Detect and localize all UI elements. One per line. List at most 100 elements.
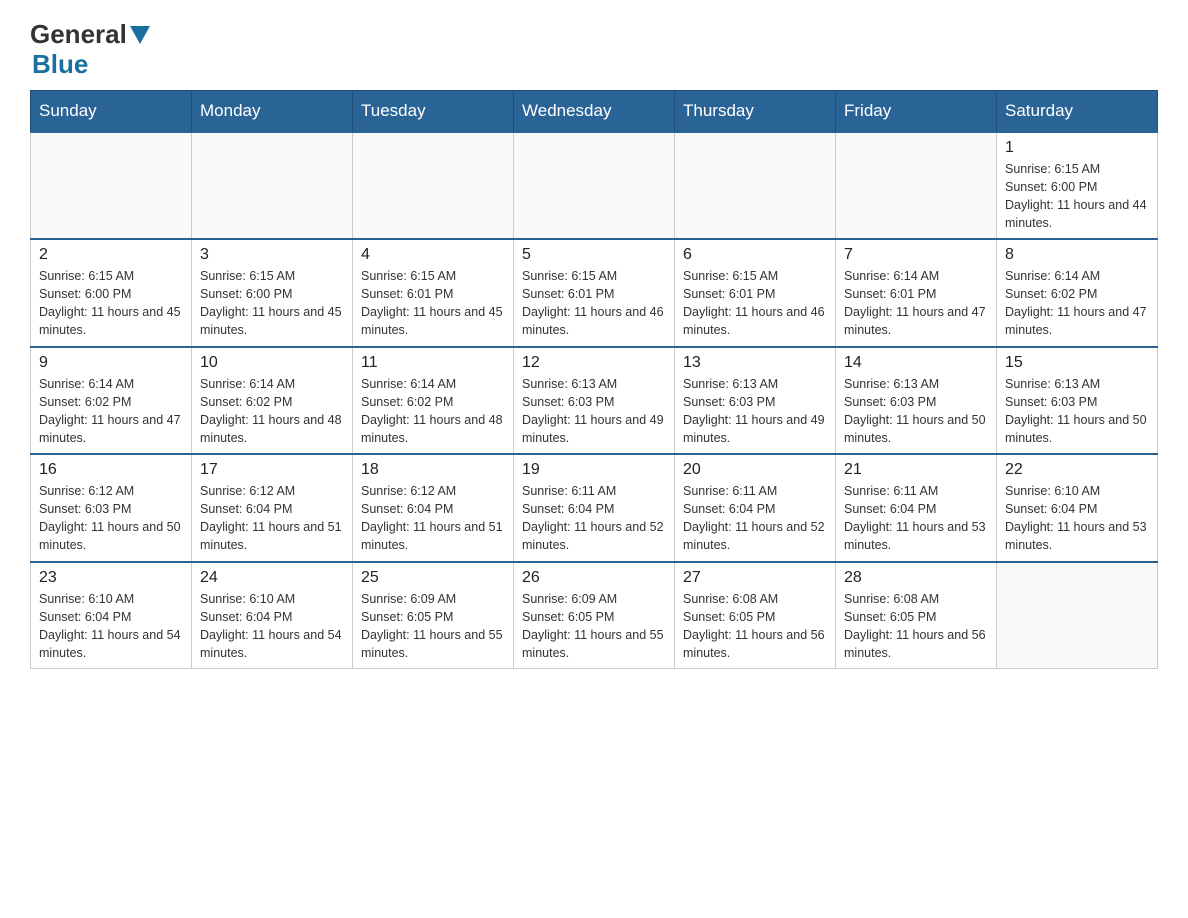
- calendar-cell: [192, 132, 353, 240]
- calendar-cell: 28Sunrise: 6:08 AM Sunset: 6:05 PM Dayli…: [836, 562, 997, 669]
- day-info: Sunrise: 6:15 AM Sunset: 6:01 PM Dayligh…: [683, 267, 827, 340]
- page-header: General Blue: [30, 20, 1158, 80]
- day-number: 6: [683, 246, 827, 264]
- day-info: Sunrise: 6:11 AM Sunset: 6:04 PM Dayligh…: [522, 482, 666, 555]
- week-row-4: 23 Sunrise: 6:10 AM Sunset: 6:04 PM Dayli…: [31, 562, 1158, 669]
- day-number: 7: [844, 246, 988, 264]
- calendar-cell: 19 Sunrise: 6:11 AM Sunset: 6:04 PM Dayli…: [514, 454, 675, 562]
- day-info: Sunrise: 6:15 AM Sunset: 6:01 PM Dayligh…: [522, 267, 666, 340]
- calendar-cell: 9Sunrise: 6:14 AM Sunset: 6:02 PM Daylig…: [31, 347, 192, 455]
- day-info: Sunrise: 6:14 AM Sunset: 6:01 PM Dayligh…: [844, 267, 988, 340]
- day-info: Sunrise: 6:15 AM Sunset: 6:00 PM Dayligh…: [200, 267, 344, 340]
- calendar-cell: 13 Sunrise: 6:13 AM Sunset: 6:03 PM Dayli…: [675, 347, 836, 455]
- day-info: Sunrise: 6:09 AM Sunset: 6:05 PM Dayligh…: [522, 590, 666, 663]
- calendar-cell: 10 Sunrise: 6:14 AM Sunset: 6:02 PM Dayli…: [192, 347, 353, 455]
- calendar-cell: 4 Sunrise: 6:15 AM Sunset: 6:01 PM Daylig…: [353, 239, 514, 347]
- day-number: 17: [200, 461, 344, 479]
- week-row-1: 2 Sunrise: 6:15 AM Sunset: 6:00 PM Daylig…: [31, 239, 1158, 347]
- week-row-2: 9Sunrise: 6:14 AM Sunset: 6:02 PM Daylig…: [31, 347, 1158, 455]
- calendar-cell: 5 Sunrise: 6:15 AM Sunset: 6:01 PM Daylig…: [514, 239, 675, 347]
- calendar-table: SundayMondayTuesdayWednesdayThursdayFrid…: [30, 90, 1158, 670]
- day-number: 24: [200, 569, 344, 587]
- day-info: Sunrise: 6:13 AM Sunset: 6:03 PM Dayligh…: [683, 375, 827, 448]
- calendar-cell: 11 Sunrise: 6:14 AM Sunset: 6:02 PM Dayli…: [353, 347, 514, 455]
- header-day-friday: Friday: [836, 90, 997, 132]
- calendar-cell: 2 Sunrise: 6:15 AM Sunset: 6:00 PM Daylig…: [31, 239, 192, 347]
- calendar-cell: 3 Sunrise: 6:15 AM Sunset: 6:00 PM Daylig…: [192, 239, 353, 347]
- day-number: 2: [39, 246, 183, 264]
- day-info: Sunrise: 6:12 AM Sunset: 6:04 PM Dayligh…: [361, 482, 505, 555]
- day-number: 4: [361, 246, 505, 264]
- logo-blue-text: Blue: [32, 49, 88, 79]
- day-number: 19: [522, 461, 666, 479]
- calendar-cell: 16 Sunrise: 6:12 AM Sunset: 6:03 PM Dayli…: [31, 454, 192, 562]
- calendar-cell: 12 Sunrise: 6:13 AM Sunset: 6:03 PM Dayli…: [514, 347, 675, 455]
- week-row-3: 16 Sunrise: 6:12 AM Sunset: 6:03 PM Dayli…: [31, 454, 1158, 562]
- day-info: Sunrise: 6:10 AM Sunset: 6:04 PM Dayligh…: [39, 590, 183, 663]
- day-info: Sunrise: 6:14 AM Sunset: 6:02 PM Dayligh…: [39, 375, 183, 448]
- calendar-header: SundayMondayTuesdayWednesdayThursdayFrid…: [31, 90, 1158, 132]
- calendar-cell: [353, 132, 514, 240]
- header-day-saturday: Saturday: [997, 90, 1158, 132]
- day-info: Sunrise: 6:11 AM Sunset: 6:04 PM Dayligh…: [844, 482, 988, 555]
- header-day-monday: Monday: [192, 90, 353, 132]
- day-info: Sunrise: 6:11 AM Sunset: 6:04 PM Dayligh…: [683, 482, 827, 555]
- day-number: 25: [361, 569, 505, 587]
- day-number: 28: [844, 569, 988, 587]
- day-info: Sunrise: 6:15 AM Sunset: 6:01 PM Dayligh…: [361, 267, 505, 340]
- calendar-cell: 7 Sunrise: 6:14 AM Sunset: 6:01 PM Daylig…: [836, 239, 997, 347]
- calendar-cell: 23 Sunrise: 6:10 AM Sunset: 6:04 PM Dayli…: [31, 562, 192, 669]
- day-info: Sunrise: 6:13 AM Sunset: 6:03 PM Dayligh…: [844, 375, 988, 448]
- day-info: Sunrise: 6:12 AM Sunset: 6:03 PM Dayligh…: [39, 482, 183, 555]
- day-number: 21: [844, 461, 988, 479]
- calendar-cell: 25 Sunrise: 6:09 AM Sunset: 6:05 PM Dayli…: [353, 562, 514, 669]
- logo-triangle-icon: [130, 26, 150, 44]
- calendar-cell: 21 Sunrise: 6:11 AM Sunset: 6:04 PM Dayli…: [836, 454, 997, 562]
- day-info: Sunrise: 6:12 AM Sunset: 6:04 PM Dayligh…: [200, 482, 344, 555]
- day-number: 20: [683, 461, 827, 479]
- calendar-cell: [836, 132, 997, 240]
- day-info: Sunrise: 6:15 AM Sunset: 6:00 PM Dayligh…: [39, 267, 183, 340]
- calendar-cell: 1Sunrise: 6:15 AM Sunset: 6:00 PM Daylig…: [997, 132, 1158, 240]
- calendar-cell: [31, 132, 192, 240]
- calendar-cell: 14 Sunrise: 6:13 AM Sunset: 6:03 PM Dayli…: [836, 347, 997, 455]
- calendar-cell: 26 Sunrise: 6:09 AM Sunset: 6:05 PM Dayli…: [514, 562, 675, 669]
- day-info: Sunrise: 6:09 AM Sunset: 6:05 PM Dayligh…: [361, 590, 505, 663]
- day-number: 11: [361, 354, 505, 372]
- header-day-tuesday: Tuesday: [353, 90, 514, 132]
- day-info: Sunrise: 6:14 AM Sunset: 6:02 PM Dayligh…: [361, 375, 505, 448]
- day-number: 23: [39, 569, 183, 587]
- day-number: 1: [1005, 139, 1149, 157]
- calendar-cell: 22 Sunrise: 6:10 AM Sunset: 6:04 PM Dayli…: [997, 454, 1158, 562]
- calendar-cell: 20 Sunrise: 6:11 AM Sunset: 6:04 PM Dayli…: [675, 454, 836, 562]
- day-number: 27: [683, 569, 827, 587]
- day-number: 22: [1005, 461, 1149, 479]
- calendar-cell: 27 Sunrise: 6:08 AM Sunset: 6:05 PM Dayli…: [675, 562, 836, 669]
- day-number: 3: [200, 246, 344, 264]
- day-info: Sunrise: 6:14 AM Sunset: 6:02 PM Dayligh…: [200, 375, 344, 448]
- day-info: Sunrise: 6:08 AM Sunset: 6:05 PM Dayligh…: [683, 590, 827, 663]
- day-number: 13: [683, 354, 827, 372]
- day-info: Sunrise: 6:10 AM Sunset: 6:04 PM Dayligh…: [1005, 482, 1149, 555]
- day-info: Sunrise: 6:13 AM Sunset: 6:03 PM Dayligh…: [522, 375, 666, 448]
- calendar-cell: [675, 132, 836, 240]
- day-number: 8: [1005, 246, 1149, 264]
- day-number: 16: [39, 461, 183, 479]
- day-number: 26: [522, 569, 666, 587]
- day-info: Sunrise: 6:14 AM Sunset: 6:02 PM Dayligh…: [1005, 267, 1149, 340]
- day-number: 14: [844, 354, 988, 372]
- day-number: 15: [1005, 354, 1149, 372]
- logo-area: General Blue: [30, 20, 153, 80]
- week-row-0: 1Sunrise: 6:15 AM Sunset: 6:00 PM Daylig…: [31, 132, 1158, 240]
- day-number: 5: [522, 246, 666, 264]
- calendar-cell: 15Sunrise: 6:13 AM Sunset: 6:03 PM Dayli…: [997, 347, 1158, 455]
- calendar-cell: 6 Sunrise: 6:15 AM Sunset: 6:01 PM Daylig…: [675, 239, 836, 347]
- day-number: 10: [200, 354, 344, 372]
- header-day-thursday: Thursday: [675, 90, 836, 132]
- calendar-cell: 17 Sunrise: 6:12 AM Sunset: 6:04 PM Dayli…: [192, 454, 353, 562]
- calendar-cell: 8 Sunrise: 6:14 AM Sunset: 6:02 PM Daylig…: [997, 239, 1158, 347]
- day-number: 12: [522, 354, 666, 372]
- header-row: SundayMondayTuesdayWednesdayThursdayFrid…: [31, 90, 1158, 132]
- header-day-wednesday: Wednesday: [514, 90, 675, 132]
- calendar-body: 1 Sunrise: 6:15 AM Sunset: 6:00 PM Daylig…: [31, 132, 1158, 669]
